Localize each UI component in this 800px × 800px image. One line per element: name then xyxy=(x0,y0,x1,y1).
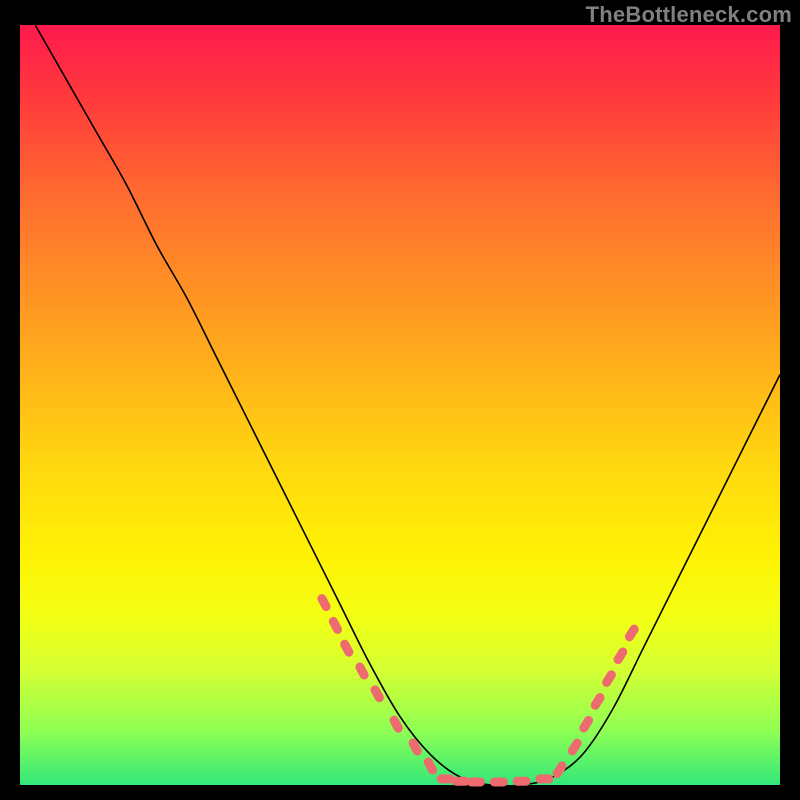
bead xyxy=(388,714,404,734)
plot-svg xyxy=(20,25,780,785)
bead xyxy=(490,777,508,786)
bead xyxy=(623,623,640,643)
bead xyxy=(566,737,583,757)
plot-area xyxy=(20,25,780,785)
bead xyxy=(467,777,485,786)
bead xyxy=(513,777,531,786)
bead xyxy=(535,774,553,783)
beads-left xyxy=(316,593,439,777)
bead xyxy=(600,669,617,689)
bead xyxy=(612,646,629,666)
bead xyxy=(578,714,595,734)
bead xyxy=(422,756,438,776)
bead xyxy=(316,593,332,613)
bead xyxy=(354,661,370,681)
beads-bottom xyxy=(437,774,554,786)
bead xyxy=(327,615,343,635)
bottleneck-curve xyxy=(35,25,780,786)
watermark-text: TheBottleneck.com xyxy=(586,2,792,28)
chart-frame: TheBottleneck.com xyxy=(0,0,800,800)
bead xyxy=(407,737,423,757)
bead xyxy=(589,691,606,711)
beads-right xyxy=(551,623,640,780)
bead xyxy=(339,638,355,658)
